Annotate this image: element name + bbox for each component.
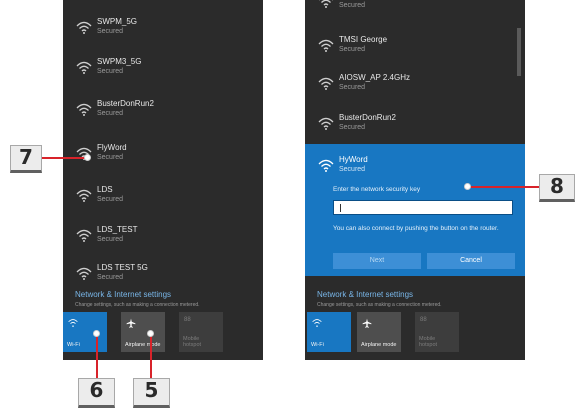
network-item-flyword[interactable]: FlyWord Secured bbox=[63, 138, 263, 174]
wifi-tile[interactable]: Wi-Fi bbox=[63, 312, 107, 352]
airplane-mode-tile[interactable]: Airplane mode bbox=[357, 312, 401, 352]
network-status: Secured bbox=[97, 110, 124, 117]
next-button[interactable]: Next bbox=[333, 253, 421, 269]
security-key-input[interactable] bbox=[333, 200, 513, 215]
airplane-mode-tile-label: Airplane mode bbox=[125, 342, 161, 348]
wifi-tile[interactable]: Wi-Fi bbox=[307, 312, 351, 352]
wifi-tile-label: Wi-Fi bbox=[311, 342, 324, 348]
callout-6-dot bbox=[93, 330, 100, 337]
callout-5: 5 bbox=[133, 378, 170, 408]
network-settings-link[interactable]: Network & Internet settings bbox=[75, 290, 171, 299]
callout-7: 7 bbox=[10, 145, 42, 173]
network-item-lds-test[interactable]: LDS_TEST Secured bbox=[63, 220, 263, 256]
wifi-signal-icon bbox=[76, 103, 92, 116]
network-item-lds-test-5g[interactable]: LDS TEST 5G Secured bbox=[63, 258, 263, 294]
network-status: Secured bbox=[97, 68, 124, 75]
network-status: Secured bbox=[339, 124, 366, 131]
network-status: Secured bbox=[97, 274, 124, 281]
callout-8-dot bbox=[464, 183, 471, 190]
network-ssid: SWPM_5G bbox=[97, 17, 138, 26]
network-ssid: AIOSW_AP 2.4GHz bbox=[339, 73, 410, 82]
network-item-lds[interactable]: LDS Secured bbox=[63, 180, 263, 216]
mobile-hotspot-tile-label: Mobile hotspot bbox=[419, 336, 438, 348]
network-ssid: FlyWord bbox=[97, 143, 127, 152]
network-status: Secured bbox=[339, 166, 366, 173]
network-status: Secured bbox=[339, 46, 366, 53]
network-flyout-right: Secured TMSI George Secured AIOSW_AP 2.4… bbox=[305, 0, 525, 360]
wifi-signal-icon bbox=[319, 0, 333, 8]
network-item-busterdonrun2[interactable]: BusterDonRun2 Secured bbox=[305, 108, 525, 144]
network-status: Secured bbox=[97, 154, 124, 161]
mobile-hotspot-tile-label: Mobile hotspot bbox=[183, 336, 202, 348]
airplane-mode-tile-label: Airplane mode bbox=[361, 342, 397, 348]
text-caret bbox=[340, 204, 341, 212]
network-settings-description: Change settings, such as making a connec… bbox=[317, 302, 442, 308]
callout-5-number: 5 bbox=[144, 378, 159, 402]
callout-5-leader bbox=[150, 334, 152, 378]
wifi-signal-icon bbox=[76, 21, 92, 34]
wifi-signal-icon bbox=[318, 117, 334, 130]
callout-8: 8 bbox=[539, 174, 575, 202]
network-item-swpm-5g[interactable]: SWPM_5G Secured bbox=[63, 12, 263, 48]
mobile-hotspot-icon: 88 bbox=[184, 317, 191, 323]
wifi-icon bbox=[312, 319, 322, 327]
wifi-signal-icon bbox=[76, 267, 92, 280]
callout-8-leader bbox=[469, 186, 539, 188]
network-ssid: TMSI George bbox=[339, 35, 388, 44]
network-ssid: BusterDonRun2 bbox=[339, 113, 396, 122]
wifi-tile-label: Wi-Fi bbox=[67, 342, 80, 348]
callout-6-number: 6 bbox=[89, 378, 104, 402]
scrollbar[interactable] bbox=[517, 28, 521, 76]
network-item-busterdonrun2[interactable]: BusterDonRun2 Secured bbox=[63, 94, 263, 130]
security-key-prompt: Enter the network security key bbox=[333, 186, 421, 193]
network-ssid: HyWord bbox=[339, 155, 368, 164]
selected-network-panel: HyWord Secured Enter the network securit… bbox=[305, 144, 525, 276]
callout-7-number: 7 bbox=[19, 145, 33, 169]
network-flyout-left: SWPM_5G Secured SWPM3_5G Secured BusterD… bbox=[63, 0, 263, 360]
network-status: Secured bbox=[97, 28, 124, 35]
airplane-mode-tile[interactable]: Airplane mode bbox=[121, 312, 165, 352]
wps-hint: You can also connect by pushing the butt… bbox=[333, 225, 499, 232]
wifi-signal-icon bbox=[318, 39, 334, 52]
wifi-signal-icon bbox=[318, 159, 334, 172]
network-status: Secured bbox=[339, 84, 366, 91]
mobile-hotspot-tile[interactable]: 88 Mobile hotspot bbox=[179, 312, 223, 352]
wifi-signal-icon bbox=[76, 229, 92, 242]
network-status: Secured bbox=[97, 236, 124, 243]
network-ssid: LDS_TEST bbox=[97, 225, 138, 234]
cancel-button[interactable]: Cancel bbox=[427, 253, 515, 269]
network-ssid: LDS TEST 5G bbox=[97, 263, 148, 272]
network-item-swpm3-5g[interactable]: SWPM3_5G Secured bbox=[63, 52, 263, 88]
airplane-icon bbox=[126, 318, 136, 328]
airplane-icon bbox=[362, 318, 372, 328]
callout-5-dot bbox=[147, 330, 154, 337]
selected-network-item[interactable]: HyWord Secured bbox=[305, 150, 525, 186]
wifi-icon bbox=[68, 319, 78, 327]
callout-8-number: 8 bbox=[550, 174, 564, 198]
network-settings-link[interactable]: Network & Internet settings bbox=[317, 290, 413, 299]
network-item-tmsi-george[interactable]: TMSI George Secured bbox=[305, 30, 525, 66]
network-ssid: LDS bbox=[97, 185, 113, 194]
callout-6: 6 bbox=[78, 378, 115, 408]
wifi-signal-icon bbox=[318, 77, 334, 90]
network-ssid: SWPM3_5G bbox=[97, 57, 142, 66]
callout-7-dot bbox=[84, 154, 91, 161]
network-item-aiosw-ap[interactable]: AIOSW_AP 2.4GHz Secured bbox=[305, 68, 525, 104]
network-status: Secured bbox=[97, 196, 124, 203]
callout-7-leader bbox=[42, 157, 86, 159]
mobile-hotspot-icon: 88 bbox=[420, 317, 427, 323]
network-settings-description: Change settings, such as making a connec… bbox=[75, 302, 200, 308]
wifi-signal-icon bbox=[76, 61, 92, 74]
mobile-hotspot-tile[interactable]: 88 Mobile hotspot bbox=[415, 312, 459, 352]
network-ssid: BusterDonRun2 bbox=[97, 99, 154, 108]
callout-6-leader bbox=[96, 334, 98, 378]
wifi-signal-icon bbox=[76, 189, 92, 202]
network-status: Secured bbox=[339, 2, 366, 9]
network-item-partial[interactable]: Secured bbox=[305, 0, 525, 22]
